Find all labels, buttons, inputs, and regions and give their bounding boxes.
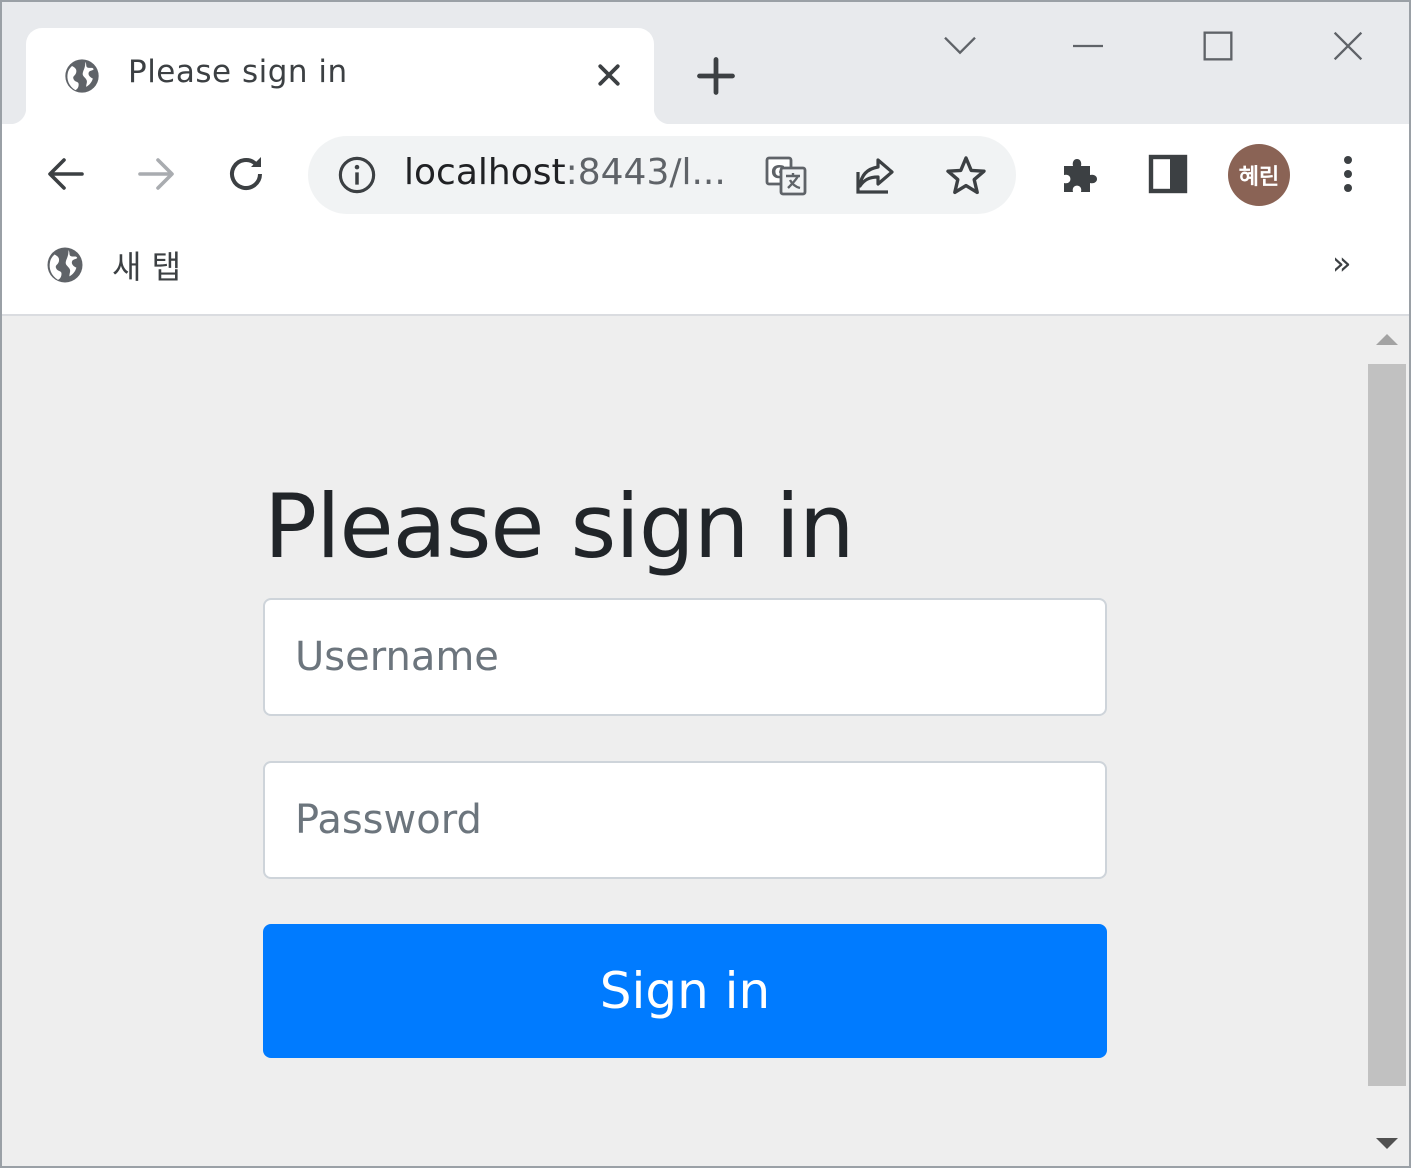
vertical-scrollbar[interactable]	[1364, 316, 1409, 1166]
bookmarks-overflow-button[interactable]: »	[1332, 244, 1352, 282]
url-host: localhost	[404, 152, 566, 193]
scroll-thumb[interactable]	[1368, 364, 1406, 1086]
star-icon[interactable]	[942, 152, 990, 200]
close-icon[interactable]	[594, 60, 624, 90]
arrow-right-icon[interactable]	[132, 150, 180, 198]
password-input[interactable]	[263, 761, 1107, 879]
browser-window: Please sign in localhost:8443/l... G 혜린 …	[0, 0, 1411, 1168]
plus-icon[interactable]	[694, 54, 738, 98]
maximize-icon[interactable]	[1198, 26, 1238, 66]
translate-icon[interactable]: G	[762, 152, 810, 200]
username-input[interactable]	[263, 598, 1107, 716]
info-icon[interactable]	[336, 154, 378, 196]
tab-strip: Please sign in	[2, 2, 1409, 124]
profile-avatar[interactable]: 혜린	[1228, 144, 1290, 206]
tab-active[interactable]: Please sign in	[10, 28, 670, 124]
globe-icon	[65, 59, 99, 93]
page-title: Please sign in	[264, 475, 855, 578]
bookmark-new-tab[interactable]: 새 탭	[112, 242, 181, 288]
chevron-down-icon[interactable]	[940, 26, 980, 66]
tab-title: Please sign in	[128, 54, 348, 90]
page-viewport: Please sign in Sign in	[2, 316, 1409, 1166]
side-panel-icon[interactable]	[1144, 150, 1192, 198]
puzzle-icon[interactable]	[1056, 150, 1104, 198]
reload-icon[interactable]	[222, 150, 270, 198]
bookmarks-bar: 새 탭 »	[2, 224, 1409, 316]
more-vert-icon[interactable]	[1324, 150, 1372, 198]
url-text[interactable]: localhost:8443/l...	[404, 152, 726, 193]
share-icon[interactable]	[852, 152, 900, 200]
sign-in-button[interactable]: Sign in	[263, 924, 1107, 1058]
arrow-left-icon[interactable]	[42, 150, 90, 198]
close-icon[interactable]	[1328, 26, 1368, 66]
address-bar[interactable]: localhost:8443/l... G	[308, 136, 1016, 214]
toolbar: localhost:8443/l... G 혜린	[2, 124, 1409, 224]
globe-icon	[47, 247, 83, 283]
scroll-down-arrow[interactable]	[1376, 1138, 1398, 1149]
url-path: :8443/l...	[565, 152, 726, 193]
scroll-up-arrow[interactable]	[1376, 334, 1398, 345]
minimize-icon[interactable]	[1068, 26, 1108, 66]
